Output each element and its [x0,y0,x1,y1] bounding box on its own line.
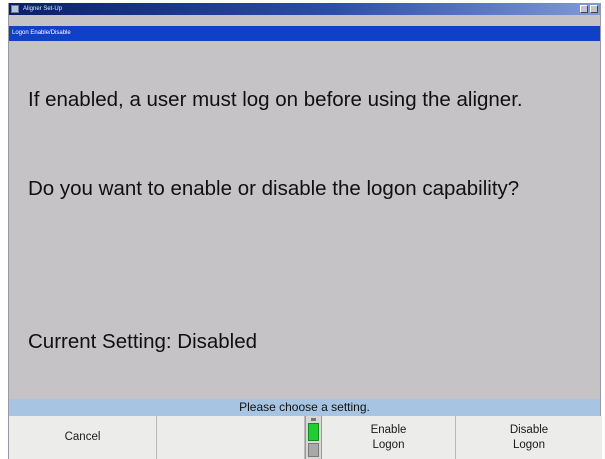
subtitle-bar: Logon Enable/Disable [9,26,600,41]
aligner-window: Aligner Set-Up Logon Enable/Disable If e… [8,3,602,459]
message-panel: If enabled, a user must log on before us… [9,41,600,399]
window-title: Aligner Set-Up [23,6,63,12]
disable-logon-button[interactable]: Disable Logon [456,416,602,459]
status-text: Please choose a setting. [239,400,370,414]
current-setting-text: Current Setting: Disabled [28,330,258,353]
enable-info-text: If enabled, a user must log on before us… [28,88,523,111]
close-button[interactable] [590,5,598,13]
indicator-top-mark [311,418,316,421]
blank-function-button[interactable] [157,416,305,459]
status-indicator-icon [305,416,322,459]
screen-title: Logon Enable/Disable [12,30,71,36]
indicator-green-light [308,423,319,441]
question-text: Do you want to enable or disable the log… [28,177,520,200]
enable-logon-button[interactable]: Enable Logon [322,416,456,459]
title-bar: Aligner Set-Up [9,3,600,15]
minimize-button[interactable] [580,5,588,13]
function-button-bar: Cancel Enable Logon Disable Logon [9,416,602,459]
cancel-button[interactable]: Cancel [9,416,157,459]
indicator-gray-light [308,443,319,457]
app-icon [11,5,19,13]
status-bar: Please choose a setting. [9,399,600,416]
